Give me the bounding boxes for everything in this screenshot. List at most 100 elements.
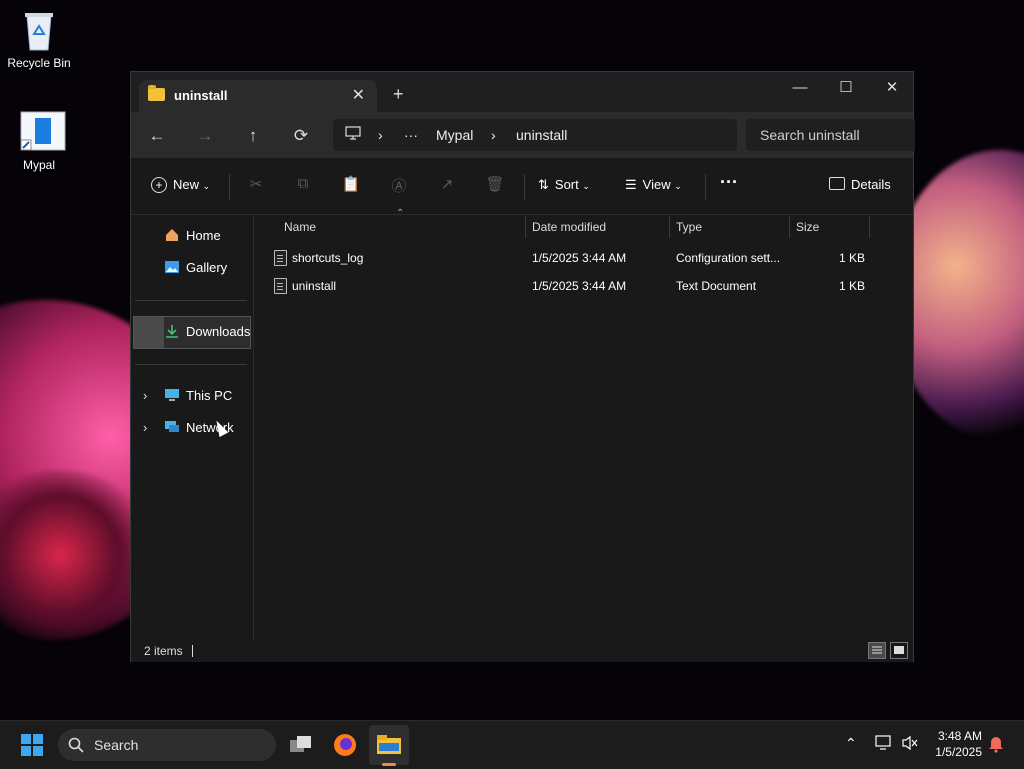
plus-circle-icon: +: [151, 177, 167, 193]
text-file-icon: [274, 278, 287, 294]
column-size[interactable]: Size: [796, 214, 819, 240]
selection-highlight: [134, 317, 164, 348]
delete-icon[interactable]: 🗑: [485, 175, 505, 195]
recycle-bin-label: Recycle Bin: [7, 56, 71, 70]
windows-logo-icon: [21, 734, 43, 756]
more-options-button[interactable]: ···: [720, 172, 738, 193]
firefox-taskbar-button[interactable]: [325, 725, 365, 765]
new-tab-button[interactable]: +: [393, 84, 404, 105]
breadcrumb-separator: ›: [491, 127, 496, 143]
new-label: New: [173, 177, 200, 192]
expand-chevron-icon[interactable]: ›: [143, 420, 147, 435]
cut-icon[interactable]: ✂: [246, 175, 266, 195]
rename-icon[interactable]: Ⓐ: [389, 175, 409, 195]
details-view-button[interactable]: [868, 642, 886, 659]
item-count: 2 items: [144, 644, 183, 658]
speaker-muted-icon[interactable]: [901, 735, 919, 754]
expand-chevron-icon[interactable]: ›: [143, 388, 147, 403]
chevron-down-icon: ⌄: [674, 181, 682, 191]
taskbar-search[interactable]: Search: [58, 729, 276, 761]
breadcrumb-uninstall[interactable]: uninstall: [516, 127, 567, 143]
task-view-button[interactable]: [281, 725, 321, 765]
column-name[interactable]: Name: [284, 214, 316, 240]
nav-gallery-label: Gallery: [186, 260, 228, 275]
search-box[interactable]: Search uninstall: [746, 119, 915, 151]
breadcrumb-more-button[interactable]: ···: [404, 127, 418, 143]
file-date: 1/5/2025 3:44 AM: [532, 251, 627, 265]
view-label: View: [642, 177, 671, 192]
close-button[interactable]: ✕: [869, 74, 915, 104]
search-icon: [68, 737, 84, 753]
clock[interactable]: 3:48 AM 1/5/2025: [935, 728, 982, 760]
paste-icon[interactable]: 📋: [341, 175, 361, 195]
file-name: uninstall: [292, 279, 337, 293]
command-bar: + New ⌄ ✂ ⧉ 📋 Ⓐ ↗ 🗑 ⇅ Sort ⌄ ☰ View ⌄ ··· D…: [131, 158, 913, 215]
column-date-modified[interactable]: Date modified: [532, 214, 606, 240]
nav-downloads[interactable]: Downloads: [164, 324, 250, 339]
mypal-shortcut-icon: [19, 110, 66, 154]
active-app-indicator: [382, 763, 396, 766]
up-button[interactable]: ↑: [239, 124, 267, 148]
back-button[interactable]: ←: [143, 124, 171, 148]
share-icon[interactable]: ↗: [437, 175, 457, 195]
divider: [135, 364, 247, 365]
desktop-icon-mypal[interactable]: Mypal: [1, 110, 77, 172]
view-button[interactable]: ☰ View ⌄: [625, 177, 682, 193]
breadcrumb-mypal[interactable]: Mypal: [436, 127, 473, 143]
file-explorer-icon: [377, 735, 401, 754]
nav-home[interactable]: Home: [164, 228, 221, 243]
forward-button[interactable]: →: [191, 124, 219, 148]
file-explorer-taskbar-button[interactable]: [369, 725, 409, 765]
file-row[interactable]: shortcuts_log 1/5/2025 3:44 AM Configura…: [254, 244, 913, 272]
firefox-icon: [334, 734, 356, 756]
start-button[interactable]: [20, 733, 44, 757]
notification-bell-icon[interactable]: [988, 735, 1004, 756]
gallery-icon: [164, 260, 180, 274]
clock-date: 1/5/2025: [935, 745, 982, 759]
clock-time: 3:48 AM: [937, 729, 982, 743]
minimize-button[interactable]: —: [777, 74, 823, 104]
divider: [524, 174, 525, 200]
details-pane-button[interactable]: Details: [829, 177, 891, 192]
task-view-icon: [290, 736, 311, 752]
new-button[interactable]: + New ⌄: [151, 177, 210, 193]
tab-title: uninstall: [174, 88, 228, 103]
details-pane-icon: [829, 177, 845, 190]
column-divider[interactable]: [789, 216, 790, 238]
tiles-view-icon: [894, 646, 904, 654]
breadcrumb-separator: ›: [378, 127, 383, 143]
taskbar-search-label: Search: [94, 737, 139, 753]
file-size: 1 KB: [839, 251, 866, 265]
file-date: 1/5/2025 3:44 AM: [532, 279, 627, 293]
column-divider[interactable]: [869, 216, 870, 238]
file-row[interactable]: uninstall 1/5/2025 3:44 AM Text Document…: [254, 272, 913, 300]
network-status-icon[interactable]: [875, 735, 893, 754]
show-hidden-icons-chevron[interactable]: ⌃: [845, 735, 857, 752]
refresh-button[interactable]: ⟳: [287, 124, 315, 148]
file-type: Text Document: [676, 279, 757, 293]
taskbar: Search ⌃ 3:48 AM 1/5/2025: [0, 720, 1024, 769]
nav-gallery[interactable]: Gallery: [164, 260, 227, 275]
sort-button[interactable]: ⇅ Sort ⌄: [538, 177, 590, 193]
copy-icon[interactable]: ⧉: [293, 175, 313, 195]
computer-icon: [345, 125, 361, 144]
column-type[interactable]: Type: [676, 214, 702, 240]
address-bar[interactable]: › ··· Mypal › uninstall: [333, 119, 737, 151]
details-label: Details: [851, 177, 891, 192]
column-divider[interactable]: [669, 216, 670, 238]
file-size: 1 KB: [839, 279, 866, 293]
maximize-button[interactable]: ☐: [823, 74, 869, 104]
file-explorer-window: uninstall ✕ + — ☐ ✕ ← → ↑ ⟳ › ··· Mypal …: [130, 71, 915, 662]
mypal-label: Mypal: [22, 158, 55, 172]
search-placeholder: Search uninstall: [760, 127, 860, 143]
recycle-bin-icon: [19, 8, 59, 52]
tab-close-button[interactable]: ✕: [352, 85, 365, 105]
nav-this-pc[interactable]: This PC: [164, 388, 232, 403]
sort-icon: ⇅: [538, 177, 549, 192]
tiles-view-button[interactable]: [890, 642, 908, 659]
desktop-icon-recycle-bin[interactable]: Recycle Bin: [1, 8, 77, 70]
file-list: ⌃ Name Date modified Type Size shortcuts…: [254, 208, 913, 640]
column-divider[interactable]: [525, 216, 526, 238]
divider: [229, 174, 230, 200]
tab-uninstall[interactable]: uninstall ✕: [139, 80, 377, 112]
